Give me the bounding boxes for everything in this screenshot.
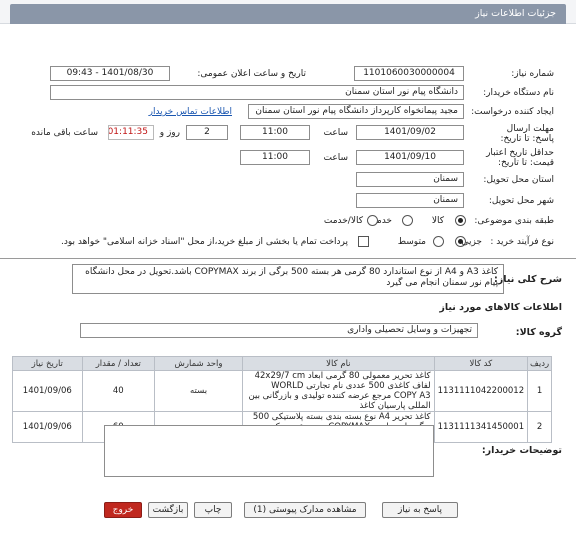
row-name: کاغذ تحریر معمولی 80 گرمی ابعاد 42x29/7 … <box>242 370 435 412</box>
goods-group-label: گروه کالا: <box>515 327 562 338</box>
row-index: 1 <box>527 370 552 412</box>
province-label: استان محل تحویل: <box>483 175 554 185</box>
deadline-time-field: 11:00 <box>240 125 310 140</box>
deadline-label: مهلت ارسال پاسخ: تا تاریخ: <box>500 124 554 144</box>
need-number-field: 1101060030000004 <box>354 66 464 81</box>
remaining-time-label: ساعت باقی مانده <box>31 128 98 138</box>
page-title: جزئیات اطلاعات نیاز <box>10 4 566 24</box>
process-medium-label: متوسط <box>397 237 426 247</box>
treasury-payment-checkbox[interactable] <box>358 236 369 247</box>
category-goods-label: کالا <box>431 216 444 226</box>
goods-table-header: ردیف کد کالا نام کالا واحد شمارش تعداد /… <box>12 356 552 371</box>
row-date: 1401/09/06 <box>12 370 83 412</box>
reply-button[interactable]: پاسخ به نیاز <box>382 502 458 518</box>
days-field: 2 <box>186 125 228 140</box>
back-button[interactable]: بازگشت <box>148 502 188 518</box>
col-date: تاریخ نیاز <box>12 356 83 371</box>
validity-time-field: 11:00 <box>240 150 310 165</box>
category-service-radio[interactable] <box>402 215 413 226</box>
col-qty: تعداد / مقدار <box>81 356 155 371</box>
attachments-button[interactable]: مشاهده مدارک پیوستی (1) <box>244 502 366 518</box>
process-minor-label: جزیی <box>461 237 482 247</box>
buyer-org-label: نام دستگاه خریدار: <box>483 88 554 98</box>
buyer-notes-label: توضیحات خریدار: <box>481 445 562 456</box>
buyer-org-field: دانشگاه پیام نور استان سمنان <box>50 85 464 100</box>
row-qty: 40 <box>81 370 155 412</box>
requester-field: مجید پیمانخواه کارپرداز دانشگاه پیام نور… <box>248 104 464 119</box>
deadline-date-field: 1401/09/02 <box>356 125 464 140</box>
row-unit: بسته <box>153 370 244 412</box>
print-button[interactable]: چاپ <box>194 502 232 518</box>
buyer-notes-box <box>104 425 434 477</box>
treasury-payment-note: پرداخت تمام یا بخشی از مبلغ خرید،از محل … <box>60 237 348 247</box>
process-label: نوع فرآیند خرید : <box>490 237 554 247</box>
requester-label: ایجاد کننده درخواست: <box>471 107 554 117</box>
col-name: نام کالا <box>242 356 435 371</box>
category-goods-service-radio[interactable] <box>367 215 378 226</box>
deadline-time-label: ساعت <box>323 128 349 138</box>
validity-label: حداقل تاریخ اعتبار قیمت: تا تاریخ: <box>486 148 554 168</box>
goods-group-field: تجهیزات و وسایل تحصیلی واداری <box>80 323 478 338</box>
category-goods-service-label: کالا/خدمت <box>323 216 363 226</box>
need-number-label: شماره نیاز: <box>511 69 554 79</box>
description-label: شرح کلی نیاز: <box>493 274 562 285</box>
row-date: 1401/09/06 <box>12 411 83 443</box>
description-box: کاغذ A3 و A4 از نوع استاندارد 80 گرمی هر… <box>72 264 504 294</box>
announce-date-label: تاریخ و ساعت اعلان عمومی: <box>197 69 306 79</box>
row-index: 2 <box>527 411 552 443</box>
row-code: 1131111341450001 <box>433 411 529 443</box>
announce-date-field: 1401/08/30 - 09:43 <box>50 66 170 81</box>
col-unit: واحد شمارش <box>153 356 244 371</box>
section-divider <box>0 258 576 259</box>
col-index: ردیف <box>527 356 552 371</box>
remaining-time-field: 01:11:35 <box>108 125 154 140</box>
process-medium-radio[interactable] <box>433 236 444 247</box>
city-label: شهر محل تحویل: <box>488 196 554 206</box>
col-code: کد کالا <box>433 356 529 371</box>
exit-button[interactable]: خروج <box>104 502 142 518</box>
title-bar: جزئیات اطلاعات نیاز <box>0 0 576 24</box>
days-label: روز و <box>159 128 180 138</box>
buyer-contact-link[interactable]: اطلاعات تماس خریدار <box>149 107 232 117</box>
province-field: سمنان <box>356 172 464 187</box>
validity-time-label: ساعت <box>323 153 349 163</box>
goods-section-title: اطلاعات کالاهای مورد نیاز <box>439 302 562 313</box>
row-code: 1131111042200012 <box>433 370 529 412</box>
city-field: سمنان <box>356 193 464 208</box>
category-goods-radio[interactable] <box>455 215 466 226</box>
category-label: طبقه بندی موضوعی: <box>474 216 554 226</box>
table-row: 1 1131111042200012 کاغذ تحریر معمولی 80 … <box>12 370 552 412</box>
validity-date-field: 1401/09/10 <box>356 150 464 165</box>
